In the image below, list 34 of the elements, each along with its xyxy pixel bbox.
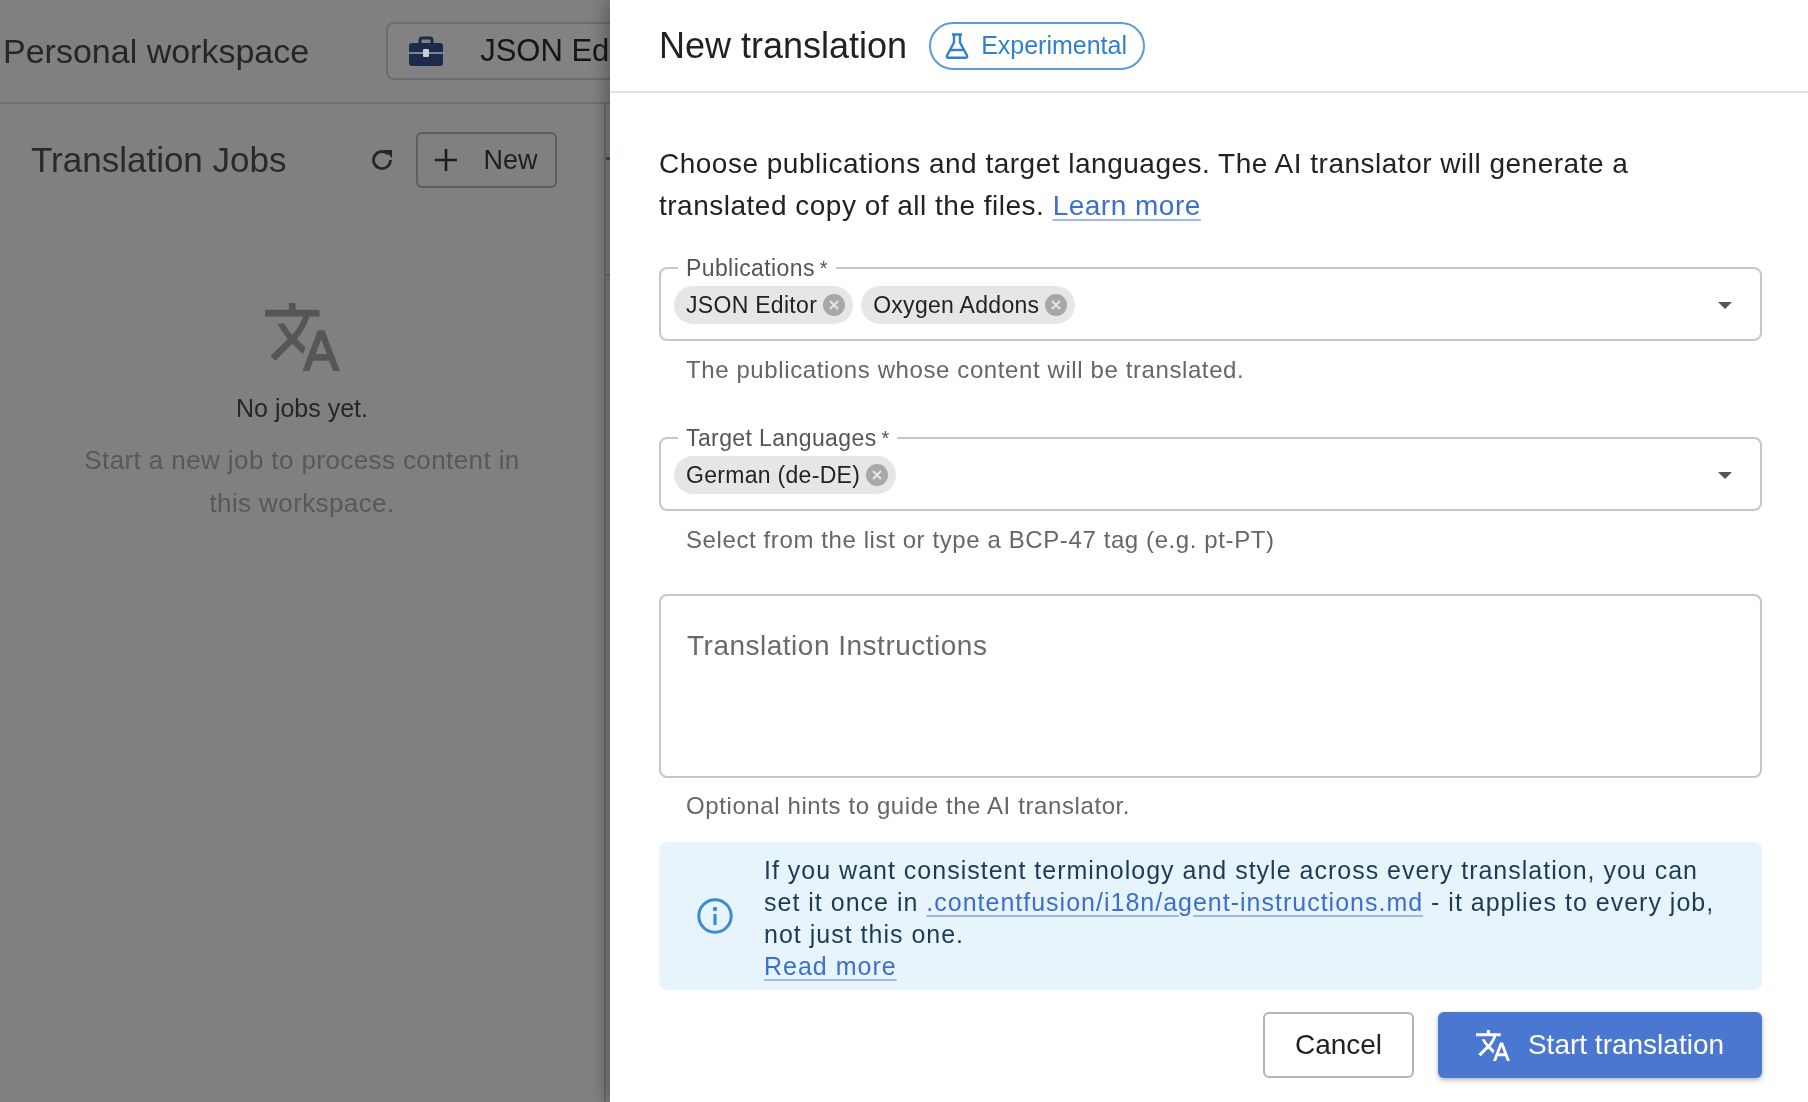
empty-state-heading: No jobs yet. [236,393,368,423]
learn-more-link[interactable]: Learn more [1052,190,1201,221]
translate-icon [1475,1029,1510,1061]
helper-text: Optional hints to guide the AI translator. [686,792,1132,820]
cancel-button[interactable]: Cancel [1263,1012,1414,1078]
instructions-file-link[interactable]: .contentfusion/i18n/agent-instructions.md [926,888,1424,916]
caret-down-icon[interactable] [1718,471,1732,479]
refresh-icon[interactable] [370,148,394,172]
required-mark: * [881,426,890,451]
workspace-title: Personal workspace [3,31,310,71]
field-label: Target Languages [686,424,877,452]
plus-icon [435,149,458,171]
info-text: If you want consistent terminology and style across every translation, you can set it once in .contentfusion/i18n/agent-instructions.md - it applies to every job, not just this one. [764,855,1716,950]
instructions-field[interactable]: Translation Instructions [659,594,1762,778]
required-mark: * [819,256,828,281]
drawer-title: New translation [659,24,908,67]
new-button[interactable]: New [416,132,557,188]
experimental-label: Experimental [981,31,1128,60]
selection-chip[interactable]: JSON Editor [674,286,854,324]
start-translation-button[interactable]: Start translation [1438,1012,1762,1078]
read-more-link[interactable]: Read more [764,950,897,982]
selection-chip[interactable]: Oxygen Addons [861,286,1076,324]
helper-text: Select from the list or type a BCP-47 tag (e.g. pt-PT) [686,526,1276,554]
field-label: Publications [686,254,815,282]
helper-text: The publications whose content will be translated. [686,356,1246,384]
info-icon [697,898,733,934]
briefcase-icon [409,36,444,66]
description-text: Choose publications and target languages. The AI translator will generate a translated copy of all the files. Learn more [659,147,1630,223]
selection-chip[interactable]: German (de-DE) [674,456,897,494]
publication-button[interactable]: JSON Edi [386,22,610,80]
translate-icon [264,303,340,371]
caret-down-icon[interactable] [1718,301,1732,309]
flask-icon [945,32,970,59]
panel-title: Translation Jobs [31,140,288,180]
